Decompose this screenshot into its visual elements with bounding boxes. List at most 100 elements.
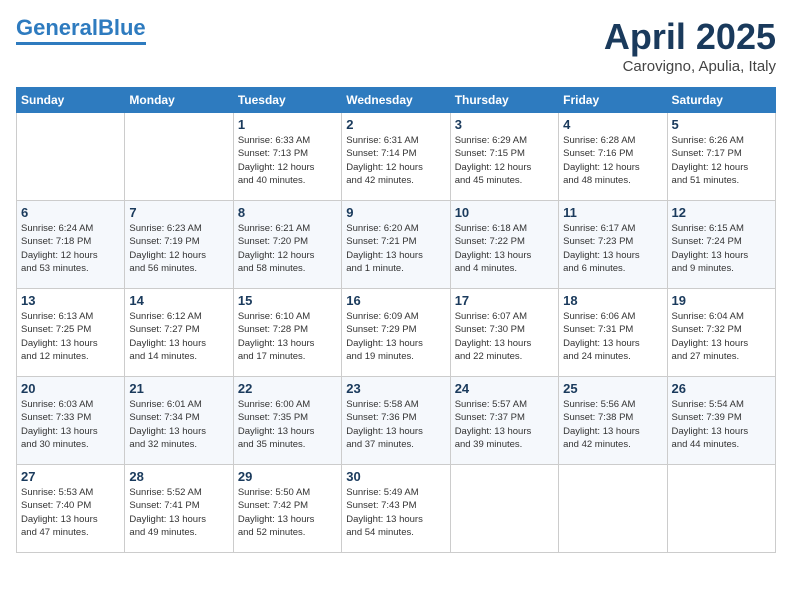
calendar-cell [450, 465, 558, 553]
calendar-cell: 17 Sunrise: 6:07 AM Sunset: 7:30 PM Dayli… [450, 289, 558, 377]
day-number: 28 [129, 469, 228, 484]
day-number: 14 [129, 293, 228, 308]
day-number: 25 [563, 381, 662, 396]
calendar-cell: 3 Sunrise: 6:29 AM Sunset: 7:15 PM Daylig… [450, 113, 558, 201]
calendar-cell: 24Sunrise: 5:57 AM Sunset: 7:37 PM Dayli… [450, 377, 558, 465]
day-number: 8 [238, 205, 337, 220]
day-number: 27 [21, 469, 120, 484]
day-info: Sunrise: 6:31 AM Sunset: 7:14 PM Dayligh… [346, 134, 445, 187]
day-number: 17 [455, 293, 554, 308]
day-number: 30 [346, 469, 445, 484]
day-info: Sunrise: 6:26 AM Sunset: 7:17 PM Dayligh… [672, 134, 771, 187]
day-number: 13 [21, 293, 120, 308]
day-info: Sunrise: 6:28 AM Sunset: 7:16 PM Dayligh… [563, 134, 662, 187]
day-info: Sunrise: 6:12 AM Sunset: 7:27 PM Dayligh… [129, 310, 228, 363]
calendar-cell: 29Sunrise: 5:50 AM Sunset: 7:42 PM Dayli… [233, 465, 341, 553]
day-number: 19 [672, 293, 771, 308]
location: Carovigno, Apulia, Italy [604, 58, 776, 75]
day-info: Sunrise: 6:00 AM Sunset: 7:35 PM Dayligh… [238, 398, 337, 451]
calendar-cell [559, 465, 667, 553]
day-number: 29 [238, 469, 337, 484]
calendar-cell: 20Sunrise: 6:03 AM Sunset: 7:33 PM Dayli… [17, 377, 125, 465]
calendar-cell: 28 Sunrise: 5:52 AM Sunset: 7:41 PM Dayli… [125, 465, 233, 553]
day-number: 4 [563, 117, 662, 132]
calendar-cell: 12 Sunrise: 6:15 AM Sunset: 7:24 PM Dayli… [667, 201, 775, 289]
calendar-cell: 9 Sunrise: 6:20 AM Sunset: 7:21 PM Daylig… [342, 201, 450, 289]
day-info: Sunrise: 6:21 AM Sunset: 7:20 PM Dayligh… [238, 222, 337, 275]
week-row-1: 1Sunrise: 6:33 AM Sunset: 7:13 PM Daylig… [17, 113, 776, 201]
day-info: Sunrise: 6:24 AM Sunset: 7:18 PM Dayligh… [21, 222, 120, 275]
column-header-tuesday: Tuesday [233, 88, 341, 113]
calendar-cell [667, 465, 775, 553]
day-info: Sunrise: 6:15 AM Sunset: 7:24 PM Dayligh… [672, 222, 771, 275]
day-number: 11 [563, 205, 662, 220]
day-number: 26 [672, 381, 771, 396]
day-number: 23 [346, 381, 445, 396]
calendar-cell: 7 Sunrise: 6:23 AM Sunset: 7:19 PM Daylig… [125, 201, 233, 289]
day-number: 7 [129, 205, 228, 220]
day-info: Sunrise: 6:06 AM Sunset: 7:31 PM Dayligh… [563, 310, 662, 363]
header-row: SundayMondayTuesdayWednesdayThursdayFrid… [17, 88, 776, 113]
day-number: 6 [21, 205, 120, 220]
calendar-cell: 11 Sunrise: 6:17 AM Sunset: 7:23 PM Dayli… [559, 201, 667, 289]
calendar-cell: 15Sunrise: 6:10 AM Sunset: 7:28 PM Dayli… [233, 289, 341, 377]
day-info: Sunrise: 6:13 AM Sunset: 7:25 PM Dayligh… [21, 310, 120, 363]
day-number: 20 [21, 381, 120, 396]
column-header-friday: Friday [559, 88, 667, 113]
day-number: 10 [455, 205, 554, 220]
logo-underline [16, 42, 146, 45]
day-number: 16 [346, 293, 445, 308]
day-info: Sunrise: 5:54 AM Sunset: 7:39 PM Dayligh… [672, 398, 771, 451]
day-info: Sunrise: 5:52 AM Sunset: 7:41 PM Dayligh… [129, 486, 228, 539]
calendar-cell: 4 Sunrise: 6:28 AM Sunset: 7:16 PM Daylig… [559, 113, 667, 201]
day-info: Sunrise: 5:53 AM Sunset: 7:40 PM Dayligh… [21, 486, 120, 539]
column-header-thursday: Thursday [450, 88, 558, 113]
logo-general: General [16, 15, 98, 40]
day-info: Sunrise: 5:57 AM Sunset: 7:37 PM Dayligh… [455, 398, 554, 451]
calendar-cell: 14 Sunrise: 6:12 AM Sunset: 7:27 PM Dayli… [125, 289, 233, 377]
day-number: 21 [129, 381, 228, 396]
day-info: Sunrise: 6:09 AM Sunset: 7:29 PM Dayligh… [346, 310, 445, 363]
calendar-cell: 25 Sunrise: 5:56 AM Sunset: 7:38 PM Dayli… [559, 377, 667, 465]
week-row-3: 13 Sunrise: 6:13 AM Sunset: 7:25 PM Dayli… [17, 289, 776, 377]
day-number: 5 [672, 117, 771, 132]
calendar-cell: 30 Sunrise: 5:49 AM Sunset: 7:43 PM Dayli… [342, 465, 450, 553]
day-info: Sunrise: 6:04 AM Sunset: 7:32 PM Dayligh… [672, 310, 771, 363]
calendar-cell [17, 113, 125, 201]
calendar-cell: 6 Sunrise: 6:24 AM Sunset: 7:18 PM Daylig… [17, 201, 125, 289]
calendar-cell: 10Sunrise: 6:18 AM Sunset: 7:22 PM Dayli… [450, 201, 558, 289]
day-info: Sunrise: 6:07 AM Sunset: 7:30 PM Dayligh… [455, 310, 554, 363]
page-header: GeneralBlue April 2025 Carovigno, Apulia… [16, 16, 776, 75]
day-info: Sunrise: 6:17 AM Sunset: 7:23 PM Dayligh… [563, 222, 662, 275]
day-number: 18 [563, 293, 662, 308]
day-info: Sunrise: 5:49 AM Sunset: 7:43 PM Dayligh… [346, 486, 445, 539]
calendar-header: SundayMondayTuesdayWednesdayThursdayFrid… [17, 88, 776, 113]
day-info: Sunrise: 6:23 AM Sunset: 7:19 PM Dayligh… [129, 222, 228, 275]
week-row-2: 6 Sunrise: 6:24 AM Sunset: 7:18 PM Daylig… [17, 201, 776, 289]
calendar-cell: 26 Sunrise: 5:54 AM Sunset: 7:39 PM Dayli… [667, 377, 775, 465]
day-number: 9 [346, 205, 445, 220]
calendar-cell: 27 Sunrise: 5:53 AM Sunset: 7:40 PM Dayli… [17, 465, 125, 553]
day-info: Sunrise: 6:20 AM Sunset: 7:21 PM Dayligh… [346, 222, 445, 275]
week-row-4: 20Sunrise: 6:03 AM Sunset: 7:33 PM Dayli… [17, 377, 776, 465]
calendar-cell: 21 Sunrise: 6:01 AM Sunset: 7:34 PM Dayli… [125, 377, 233, 465]
calendar-cell: 16 Sunrise: 6:09 AM Sunset: 7:29 PM Dayli… [342, 289, 450, 377]
day-number: 12 [672, 205, 771, 220]
day-number: 3 [455, 117, 554, 132]
column-header-wednesday: Wednesday [342, 88, 450, 113]
column-header-monday: Monday [125, 88, 233, 113]
calendar-cell: 5 Sunrise: 6:26 AM Sunset: 7:17 PM Daylig… [667, 113, 775, 201]
day-info: Sunrise: 6:29 AM Sunset: 7:15 PM Dayligh… [455, 134, 554, 187]
calendar-cell: 18 Sunrise: 6:06 AM Sunset: 7:31 PM Dayli… [559, 289, 667, 377]
day-info: Sunrise: 5:56 AM Sunset: 7:38 PM Dayligh… [563, 398, 662, 451]
week-row-5: 27 Sunrise: 5:53 AM Sunset: 7:40 PM Dayli… [17, 465, 776, 553]
logo: GeneralBlue [16, 16, 146, 45]
day-number: 15 [238, 293, 337, 308]
calendar-cell: 1Sunrise: 6:33 AM Sunset: 7:13 PM Daylig… [233, 113, 341, 201]
calendar-cell: 22Sunrise: 6:00 AM Sunset: 7:35 PM Dayli… [233, 377, 341, 465]
calendar-body: 1Sunrise: 6:33 AM Sunset: 7:13 PM Daylig… [17, 113, 776, 553]
day-number: 1 [238, 117, 337, 132]
logo-blue: Blue [98, 15, 146, 40]
column-header-sunday: Sunday [17, 88, 125, 113]
day-info: Sunrise: 6:01 AM Sunset: 7:34 PM Dayligh… [129, 398, 228, 451]
